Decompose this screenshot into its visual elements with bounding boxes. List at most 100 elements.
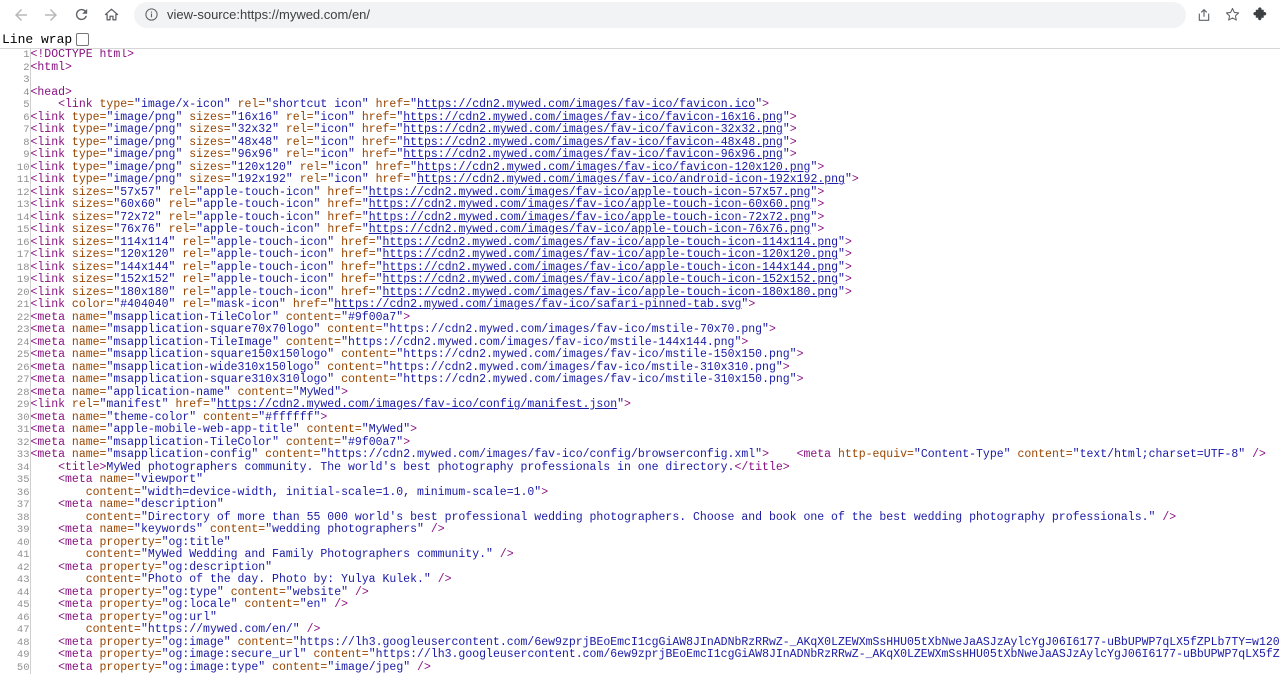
code-token: sizes= <box>71 260 114 274</box>
code-link[interactable]: https://cdn2.mywed.com/images/fav-ico/ap… <box>383 261 838 274</box>
code-token: "og:title" <box>161 535 231 549</box>
back-button[interactable] <box>6 1 36 29</box>
code-token: name= <box>71 410 107 424</box>
code-content[interactable]: <meta property="og:image:type" content="… <box>30 661 1280 675</box>
code-token: > <box>789 123 797 136</box>
line-wrap-checkbox[interactable] <box>76 32 90 46</box>
code-token: "apple-touch-icon" <box>209 285 335 299</box>
share-button[interactable] <box>1190 1 1218 29</box>
code-token: " <box>782 123 790 136</box>
code-token: "wedding photographers" <box>265 523 424 536</box>
code-token: "msapplication-TileImage" <box>106 335 279 349</box>
home-button[interactable] <box>96 1 126 29</box>
code-token: "apple-touch-icon" <box>196 210 321 224</box>
code-link[interactable]: https://cdn2.mywed.com/images/fav-ico/fa… <box>403 111 783 124</box>
forward-arrow-icon <box>45 8 57 21</box>
code-token: <meta <box>796 448 838 461</box>
code-token: content= <box>244 598 300 611</box>
address-bar-url[interactable]: view-source:https://mywed.com/en/ <box>167 7 370 22</box>
code-token: " <box>361 198 369 211</box>
line-number: 42 <box>0 561 31 574</box>
code-token: "180x180" <box>113 285 176 299</box>
code-token: "image/png" <box>106 173 183 186</box>
code-token: "https://cdn2.mywed.com/images/fav-ico/m… <box>396 373 797 386</box>
code-link[interactable]: https://cdn2.mywed.com/images/fav-ico/an… <box>417 173 845 186</box>
forward-button[interactable] <box>36 1 66 29</box>
code-link[interactable]: https://cdn2.mywed.com/images/fav-ico/ap… <box>383 248 838 261</box>
extensions-button[interactable] <box>1246 1 1274 29</box>
code-link[interactable]: https://cdn2.mywed.com/images/fav-ico/fa… <box>403 136 783 149</box>
code-token: <link <box>30 285 72 299</box>
line-number: 15 <box>0 224 31 237</box>
code-link[interactable]: https://cdn2.mywed.com/images/fav-ico/fa… <box>403 148 783 161</box>
code-content[interactable]: <html> <box>30 61 1280 75</box>
code-token: "Photo of the day. Photo by: Yulya Kulek… <box>140 573 431 586</box>
code-token: > <box>403 435 411 449</box>
code-link[interactable]: https://cdn2.mywed.com/images/fav-ico/ap… <box>383 273 838 286</box>
code-token: "https://cdn2.mywed.com/images/fav-ico/c… <box>320 448 763 461</box>
code-link[interactable]: https://cdn2.mywed.com/images/fav-ico/sa… <box>334 298 741 311</box>
code-token: "apple-touch-icon" <box>209 248 335 261</box>
code-link[interactable]: https://cdn2.mywed.com/images/fav-ico/ap… <box>369 198 811 211</box>
bookmark-button[interactable] <box>1218 1 1246 29</box>
code-link[interactable]: https://cdn2.mywed.com/images/fav-ico/ap… <box>383 236 838 249</box>
code-token: /> <box>306 623 321 636</box>
code-link[interactable]: https://cdn2.mywed.com/images/fav-ico/co… <box>217 398 617 411</box>
code-token: "72x72" <box>113 210 162 224</box>
code-token: sizes= <box>71 248 114 261</box>
code-link[interactable]: https://cdn2.mywed.com/images/fav-ico/fa… <box>403 123 783 136</box>
code-token: > <box>762 448 769 461</box>
code-token: /> <box>1252 448 1266 461</box>
code-token: property= <box>99 535 162 549</box>
line-number: 29 <box>0 399 31 412</box>
source-code-view[interactable]: 1 <!DOCTYPE html> 2 <html> 3 4 <head> 5 <link t… <box>0 49 1280 689</box>
code-token: /> <box>437 573 452 586</box>
code-content[interactable] <box>30 74 1280 87</box>
code-link[interactable]: https://cdn2.mywed.com/images/fav-ico/ap… <box>383 286 838 299</box>
code-token: content= <box>1017 448 1073 461</box>
code-link[interactable]: https://cdn2.mywed.com/images/fav-ico/fa… <box>417 98 755 111</box>
code-token: > <box>851 173 859 186</box>
line-number: 35 <box>0 474 31 487</box>
code-token: "#ffffff" <box>258 410 321 424</box>
code-token: property= <box>99 610 162 624</box>
address-bar[interactable]: view-source:https://mywed.com/en/ <box>134 1 1186 28</box>
info-circle-icon[interactable] <box>144 7 159 22</box>
line-number: 38 <box>0 511 31 524</box>
code-link[interactable]: https://cdn2.mywed.com/images/fav-ico/ap… <box>369 223 811 236</box>
line-number: 20 <box>0 286 31 299</box>
code-token: sizes= <box>189 135 231 149</box>
code-token: > <box>817 210 825 224</box>
code-link[interactable]: https://cdn2.mywed.com/images/fav-ico/ap… <box>369 211 811 224</box>
code-token: name= <box>99 523 135 536</box>
code-token: "width=device-width, initial-scale=1.0, … <box>140 485 542 499</box>
code-content[interactable]: <title>MyWed photographers community. Th… <box>30 461 1280 475</box>
code-link[interactable]: https://cdn2.mywed.com/images/fav-ico/ap… <box>369 186 811 199</box>
code-token: name= <box>71 335 107 349</box>
code-content[interactable]: <meta property="og:locale" content="en" … <box>30 598 1280 612</box>
code-link[interactable]: https://cdn2.mywed.com/images/fav-ico/fa… <box>417 161 810 174</box>
code-token: href= <box>361 135 397 149</box>
code-token: "https://cdn2.mywed.com/images/fav-ico/m… <box>396 348 797 361</box>
code-content[interactable]: <!DOCTYPE html> <box>30 49 1280 62</box>
code-token: > <box>320 410 328 424</box>
reload-button[interactable] <box>66 1 96 29</box>
code-token: " <box>361 210 369 224</box>
code-token: "apple-mobile-web-app-title" <box>106 423 300 436</box>
code-token: rel= <box>285 135 314 149</box>
code-token: " <box>782 135 790 149</box>
